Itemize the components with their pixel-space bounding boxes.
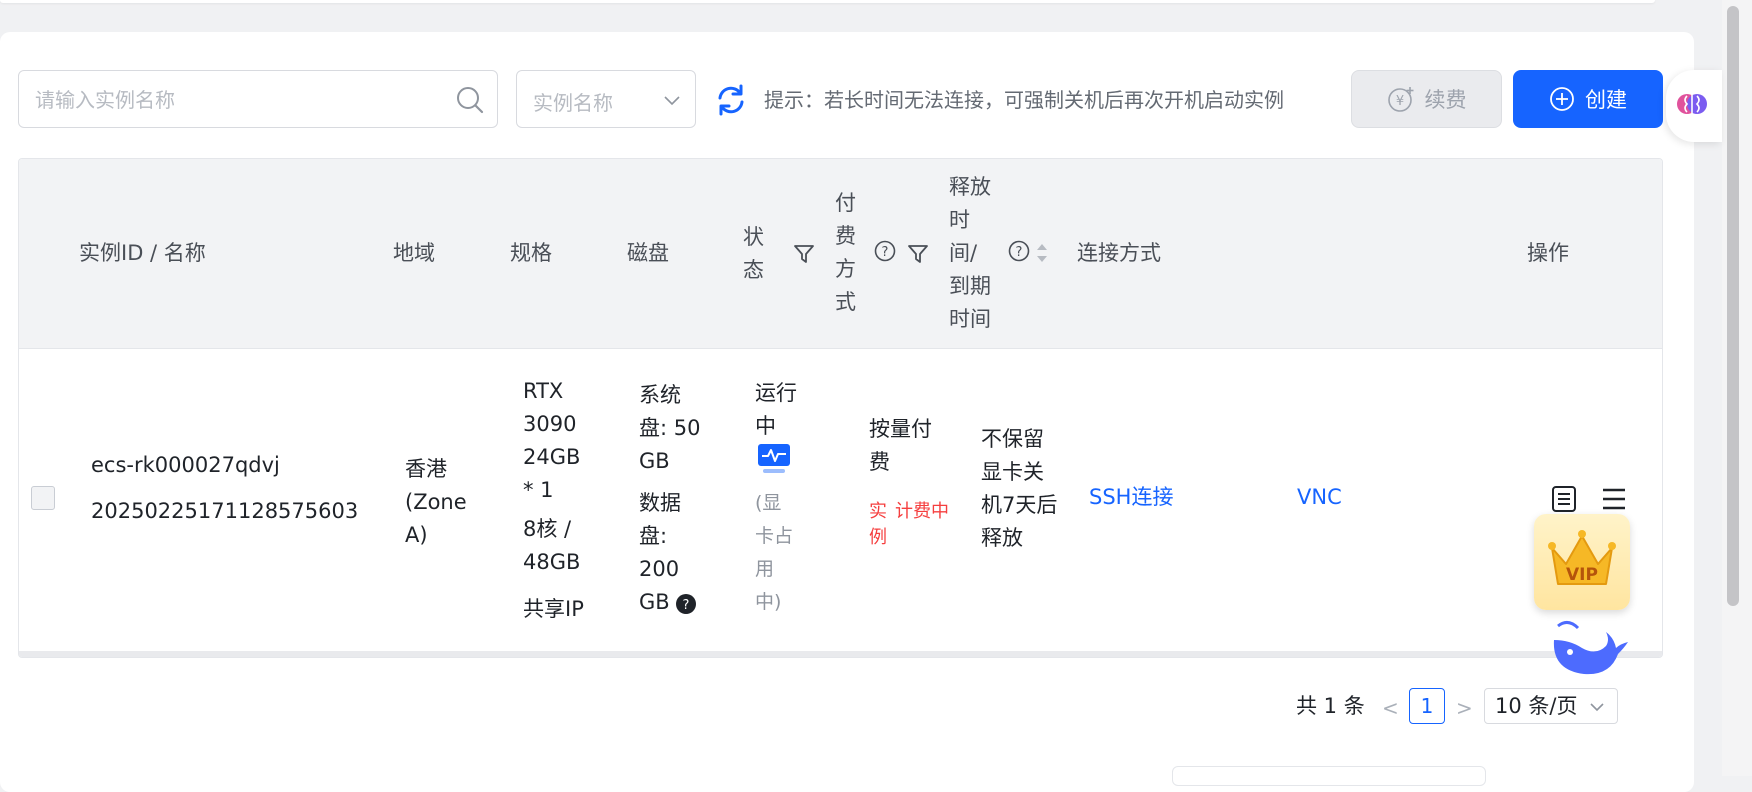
deepseek-whale-icon[interactable] <box>1548 618 1630 678</box>
row-checkbox[interactable] <box>31 486 55 510</box>
chevron-down-icon <box>1590 703 1604 712</box>
svg-text:¥: ¥ <box>1395 94 1403 109</box>
gpu-monitor-icon[interactable] <box>757 443 791 475</box>
disk-system: 系统盘: 50 GB <box>639 383 701 473</box>
search-field-select[interactable]: 实例名称 <box>516 70 696 128</box>
pagination-total: 共 1 条 <box>1296 694 1365 718</box>
spec-gpu: RTX 3090 24GB * 1 <box>523 379 581 502</box>
billing-mode: 按量付费 <box>869 417 932 474</box>
table-header: 实例ID / 名称 地域 规格 磁盘 状态 付费方式 ? 释放时间/到期时间 ?… <box>19 159 1662 349</box>
instance-table: 实例ID / 名称 地域 规格 磁盘 状态 付费方式 ? 释放时间/到期时间 ?… <box>18 158 1663 658</box>
th-id-name: 实例ID / 名称 <box>79 241 206 265</box>
instance-name: 20250225171128575603 <box>91 499 359 523</box>
connection-hint: 提示：若长时间无法连接，可强制关机后再次开机启动实例 <box>764 88 1284 112</box>
ssh-connect-link[interactable]: SSH连接 <box>1089 481 1173 514</box>
next-page-icon[interactable]: > <box>1456 696 1473 720</box>
search-box <box>18 70 498 128</box>
log-document-icon[interactable] <box>1551 485 1577 513</box>
help-filled-icon[interactable]: ? <box>675 593 697 615</box>
chevron-down-icon <box>664 96 680 106</box>
renew-button[interactable]: ¥ 续费 <box>1351 70 1502 128</box>
instance-id: ecs-rk000027qdvj <box>91 453 280 477</box>
refresh-icon[interactable] <box>714 83 748 117</box>
th-disk: 磁盘 <box>627 241 669 265</box>
table-bottom-edge <box>19 651 1662 657</box>
scrollbar-thumb[interactable] <box>1727 6 1739 606</box>
yuan-plus-icon: ¥ <box>1387 87 1413 112</box>
filter-icon[interactable] <box>907 243 929 265</box>
select-value: 实例名称 <box>533 91 613 115</box>
sort-icon[interactable] <box>1035 241 1049 265</box>
page-1-button[interactable]: 1 <box>1409 688 1445 724</box>
filter-icon[interactable] <box>793 243 815 265</box>
vip-badge[interactable]: VIP <box>1534 514 1630 610</box>
crown-icon: VIP <box>1548 530 1616 585</box>
svg-text:VIP: VIP <box>1566 565 1598 585</box>
th-spec: 规格 <box>510 241 552 265</box>
spec-ip: 共享IP <box>523 597 584 621</box>
help-circle-icon[interactable]: ? <box>1007 239 1031 263</box>
billing-tag-charging: 计费中 <box>895 501 949 522</box>
page-size-value: 10 条/页 <box>1495 694 1578 718</box>
search-input[interactable] <box>35 87 435 113</box>
prev-page-icon[interactable]: < <box>1382 696 1399 720</box>
release-policy: 不保留显卡关机7天后释放 <box>981 427 1058 550</box>
brain-icon <box>1677 94 1707 114</box>
more-menu-icon[interactable] <box>1601 487 1627 511</box>
th-connect: 连接方式 <box>1077 241 1161 265</box>
plus-circle-icon <box>1550 87 1574 111</box>
svg-text:?: ? <box>1016 245 1023 260</box>
svg-text:?: ? <box>683 598 690 613</box>
th-ops: 操作 <box>1527 241 1569 265</box>
status-text: 运行中 <box>755 381 797 438</box>
help-circle-icon[interactable]: ? <box>873 239 897 263</box>
renew-label: 续费 <box>1424 88 1467 112</box>
vnc-link[interactable]: VNC <box>1297 481 1342 514</box>
spec-cpu-mem: 8核 / 48GB <box>523 517 581 574</box>
bottom-panel-edge <box>1172 766 1486 786</box>
table-row: ecs-rk000027qdvj 20250225171128575603 香港… <box>19 349 1662 651</box>
create-label: 创建 <box>1585 88 1627 112</box>
status-sub: (显卡占用中) <box>755 492 794 613</box>
page-size-select[interactable]: 10 条/页 <box>1484 688 1618 724</box>
instance-region: 香港(Zone A) <box>405 457 467 547</box>
svg-text:?: ? <box>882 245 889 260</box>
th-release: 释放时间/到期时间 <box>949 175 991 331</box>
ai-assistant-float[interactable] <box>1666 70 1722 142</box>
th-region: 地域 <box>393 241 435 265</box>
create-button[interactable]: 创建 <box>1513 70 1663 128</box>
th-billing: 付费方式 <box>835 191 856 314</box>
search-icon[interactable] <box>455 85 485 115</box>
th-status: 状态 <box>743 225 764 282</box>
top-panel-edge <box>0 0 1655 3</box>
billing-tag-instance: 实例 <box>869 501 887 548</box>
